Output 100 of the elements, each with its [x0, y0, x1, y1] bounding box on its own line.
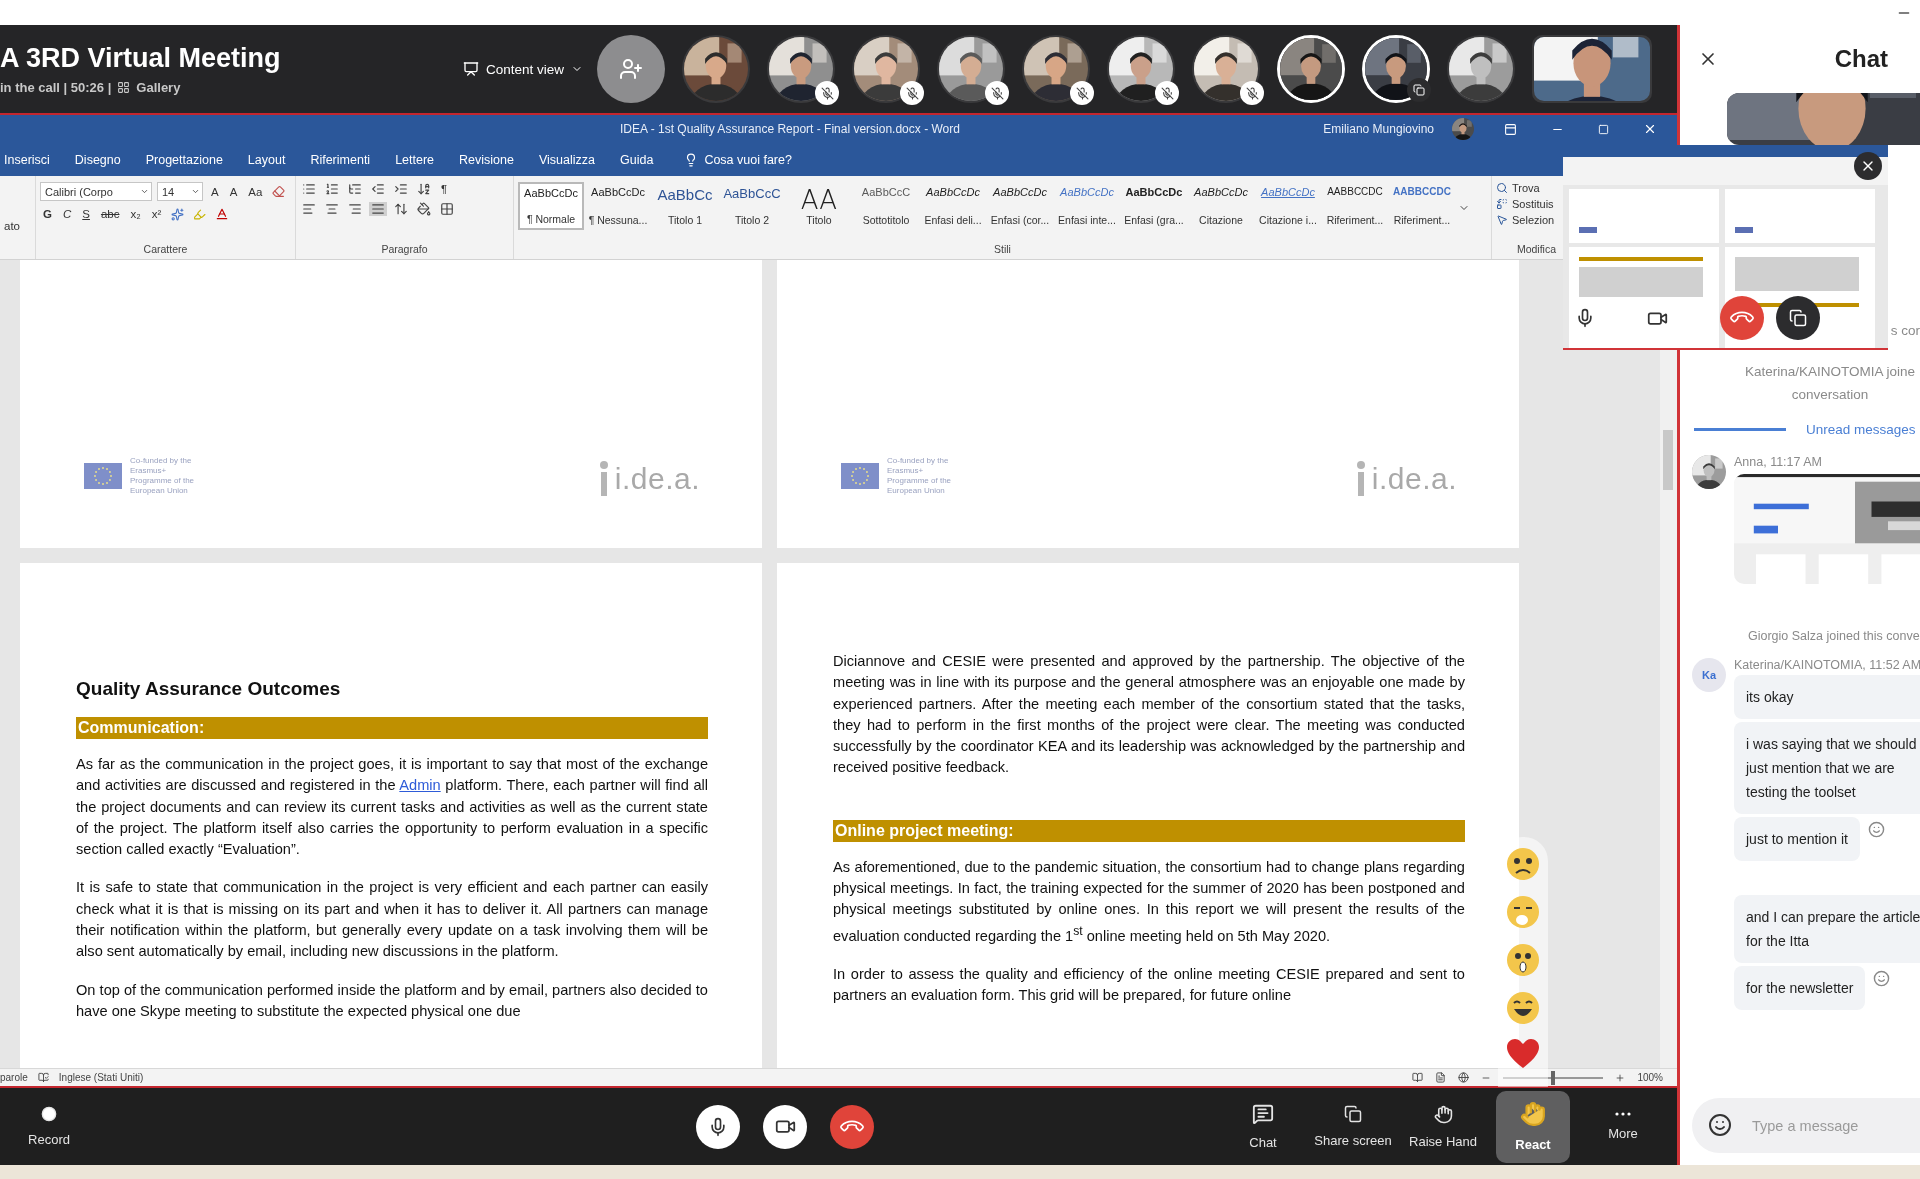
group-label: Carattere — [142, 243, 189, 257]
bullets-button[interactable] — [300, 182, 318, 196]
scroll-thumb[interactable] — [1663, 430, 1673, 490]
decrease-indent-button[interactable] — [369, 182, 387, 196]
ribbon-tab[interactable]: Visualizza — [538, 152, 605, 167]
editing-button[interactable]: Sostituis — [1496, 198, 1554, 210]
style-item[interactable]: AaBbCc Titolo 1 — [652, 182, 718, 230]
style-item[interactable]: AaBbCcDc ¶ Nessuna... — [585, 182, 651, 230]
sad-face-icon — [1506, 847, 1540, 881]
format-button[interactable]: x₂ — [127, 208, 144, 220]
react-button[interactable]: React — [1496, 1090, 1570, 1163]
justify-button[interactable] — [369, 202, 387, 216]
shading-button[interactable] — [415, 202, 433, 216]
emoji-icon[interactable] — [1708, 1113, 1732, 1137]
chat-button[interactable]: Chat — [1226, 1090, 1300, 1163]
content-view-icon — [463, 61, 479, 77]
editing-button[interactable]: Selezion — [1496, 214, 1555, 226]
raise-hand-button[interactable]: Raise Hand — [1406, 1090, 1480, 1163]
zoom-in-icon[interactable] — [1615, 1072, 1626, 1083]
text-effects-button[interactable] — [169, 207, 187, 221]
show-marks-button[interactable]: ¶ — [438, 183, 451, 195]
style-item[interactable]: AaBbCcC Titolo 2 — [719, 182, 785, 230]
multilevel-list-button[interactable] — [346, 182, 364, 196]
funding-note: Co-funded by the Erasmus+ Programme of the European Union — [887, 456, 953, 496]
hand-icon — [1520, 1101, 1546, 1127]
camera-button[interactable] — [763, 1104, 807, 1149]
font-size-field[interactable]: 14 — [157, 182, 203, 201]
web-layout-icon[interactable] — [1458, 1072, 1470, 1083]
numbering-button[interactable] — [323, 182, 341, 196]
style-item[interactable]: AaBbCcDc Citazione i... — [1255, 182, 1321, 230]
ribbon-tab[interactable]: Disegno — [74, 152, 131, 167]
font-size-button[interactable]: A — [226, 185, 241, 198]
ribbon-tab[interactable]: Inserisci — [4, 152, 60, 167]
align-center-button[interactable] — [323, 202, 341, 216]
add-reaction-icon[interactable] — [1873, 970, 1891, 987]
word-count: parole — [0, 1072, 28, 1083]
style-item[interactable]: AaBbCcDc Enfasi inte... — [1054, 182, 1120, 230]
close-icon[interactable] — [1643, 122, 1657, 136]
add-reaction-icon[interactable] — [1867, 821, 1885, 838]
format-painter-button[interactable]: ato — [4, 220, 20, 232]
hang-up-button[interactable] — [830, 1104, 874, 1149]
link[interactable]: Admin — [399, 777, 441, 794]
microphone-button[interactable] — [696, 1104, 740, 1149]
read-mode-icon[interactable] — [1412, 1072, 1424, 1083]
align-left-button[interactable] — [300, 202, 318, 216]
message-sender: Katerina/KAINOTOMIA, 11:52 AM — [1734, 658, 1920, 672]
align-right-button[interactable] — [346, 202, 364, 216]
style-item[interactable]: AaBbCcDc Enfasi (gra... — [1121, 182, 1187, 230]
format-button[interactable]: C — [59, 208, 75, 220]
ribbon-tab[interactable]: Progettazione — [145, 152, 233, 167]
increase-indent-button[interactable] — [392, 182, 410, 196]
format-button[interactable]: G — [40, 208, 55, 220]
format-button[interactable]: S — [79, 208, 93, 220]
chat-icon — [1252, 1103, 1274, 1125]
ribbon-display-icon[interactable] — [1504, 122, 1517, 136]
chat-title: Chat — [1834, 45, 1888, 73]
section-heading: Quality Assurance Outcomes — [76, 678, 342, 700]
style-item[interactable]: AABBCCDC Riferiment... — [1322, 182, 1388, 230]
style-item[interactable]: AaBbCcDc ¶ Normale — [518, 182, 584, 230]
record-icon — [41, 1106, 57, 1122]
style-item[interactable]: AaBbCcC Sottotitolo — [853, 182, 919, 230]
eu-flag-icon — [841, 463, 879, 489]
muted-microphone-icon — [1160, 86, 1174, 100]
ribbon-tab[interactable]: Riferimenti — [310, 152, 381, 167]
style-item[interactable]: AABBCCDC Riferiment... — [1389, 182, 1455, 230]
user-name: Emiliano Mungiovino — [1323, 122, 1434, 136]
font-size-button[interactable]: A — [208, 185, 222, 198]
microphone-button[interactable] — [1575, 308, 1595, 328]
style-item[interactable]: AaBbCcDc Enfasi deli... — [920, 182, 986, 230]
view-label: Gallery — [136, 80, 181, 95]
editing-button[interactable]: Trova — [1496, 182, 1540, 194]
style-item[interactable]: AA Titolo — [786, 182, 852, 230]
ribbon-tab[interactable]: Revisione — [459, 152, 524, 167]
tell-me-button[interactable]: Cosa vuoi fare? — [678, 151, 798, 168]
font-name-field[interactable]: Calibri (Corpo — [40, 182, 152, 201]
ribbon-tab[interactable]: Guida — [620, 152, 664, 167]
ribbon-tab[interactable]: Lettere — [395, 152, 445, 167]
style-item[interactable]: AaBbCcDc Enfasi (cor... — [987, 182, 1053, 230]
font-size-button[interactable]: Aa — [245, 185, 266, 198]
ribbon-tab[interactable]: Layout — [247, 152, 296, 167]
line-spacing-button[interactable] — [392, 202, 410, 216]
content-view-button[interactable]: Content view — [455, 61, 595, 77]
borders-button[interactable] — [438, 202, 456, 216]
meeting-title: A 3RD Virtual Meeting — [0, 43, 282, 74]
zoom-thumb[interactable] — [1551, 1070, 1556, 1085]
message-field[interactable]: Type a message — [1692, 1098, 1920, 1153]
format-button[interactable]: x² — [148, 208, 165, 220]
format-button[interactable]: abc — [97, 208, 123, 220]
chevron-down-icon — [191, 187, 200, 196]
system-message: s cor — [1890, 322, 1920, 338]
chat-message: and I can prepare the article for the Itta — [1734, 895, 1920, 963]
section-title: Online project meeting: — [833, 819, 1465, 842]
more-button[interactable]: More — [1586, 1090, 1660, 1163]
style-item[interactable]: AaBbCcDc Citazione — [1188, 182, 1254, 230]
print-layout-icon[interactable] — [1435, 1072, 1447, 1083]
share-screen-button[interactable]: Share screen — [1316, 1090, 1390, 1163]
restore-icon[interactable] — [1598, 123, 1609, 135]
record-button[interactable]: Record — [12, 1090, 86, 1163]
system-message: conversation — [1791, 387, 1869, 402]
muted-microphone-icon — [1075, 86, 1089, 100]
